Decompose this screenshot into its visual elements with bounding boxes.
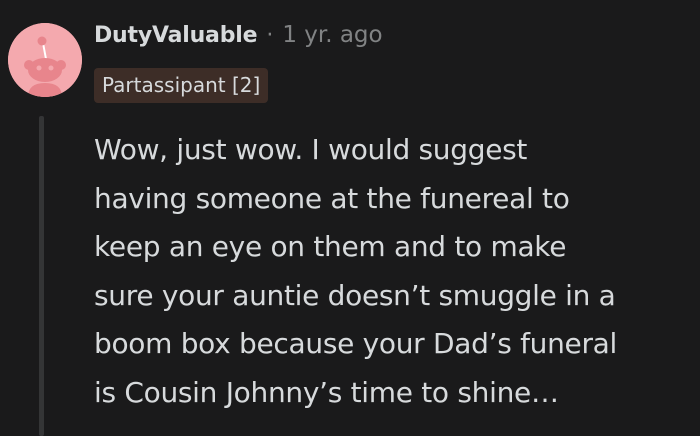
comment-body-line: sure your auntie doesn’t smuggle in a xyxy=(94,278,616,312)
user-avatar[interactable] xyxy=(8,23,82,97)
comment-header: DutyValuable · 1 yr. ago xyxy=(94,22,383,48)
comment-timestamp[interactable]: 1 yr. ago xyxy=(282,22,382,48)
comment-body-line: having someone at the funereal to xyxy=(94,181,570,215)
comment-body-line: Wow, just wow. I would suggest xyxy=(94,133,528,166)
comment-body-line: keep an eye on them and to make xyxy=(94,230,567,263)
author-username[interactable]: DutyValuable xyxy=(94,23,258,48)
comment-body: Wow, just wow. I would suggest having so… xyxy=(94,126,692,417)
user-flair: Partassipant [2] xyxy=(94,68,269,103)
thread-collapse-line[interactable] xyxy=(39,116,44,436)
separator-dot: · xyxy=(266,23,274,48)
comment-body-line: boom box because your Dad’s funeral xyxy=(94,327,618,360)
comment: DutyValuable · 1 yr. ago Partassipant [2… xyxy=(0,0,700,436)
reddit-snoo-avatar-icon xyxy=(8,23,82,97)
comment-body-line: is Cousin Johnny’s time to shine… xyxy=(94,375,559,409)
